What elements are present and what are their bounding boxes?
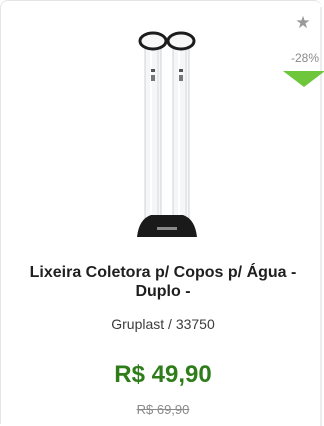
product-title[interactable]: Lixeira Coletora p/ Copos p/ Água - Dupl… <box>21 263 305 301</box>
favorite-star-icon[interactable]: ★ <box>294 14 312 32</box>
card-edge <box>320 7 322 426</box>
discount-down-arrow-icon <box>283 71 324 87</box>
product-old-price: R$ 69,90 <box>136 402 190 417</box>
product-brand-sku: Gruplast / 33750 <box>111 316 215 332</box>
product-image[interactable] <box>121 23 213 247</box>
product-price: R$ 49,90 <box>114 361 212 388</box>
discount-badge: -28% <box>290 51 319 65</box>
product-card[interactable]: ★ -28% Lixeira Coletora p/ Copos p/ Água… <box>0 0 324 426</box>
